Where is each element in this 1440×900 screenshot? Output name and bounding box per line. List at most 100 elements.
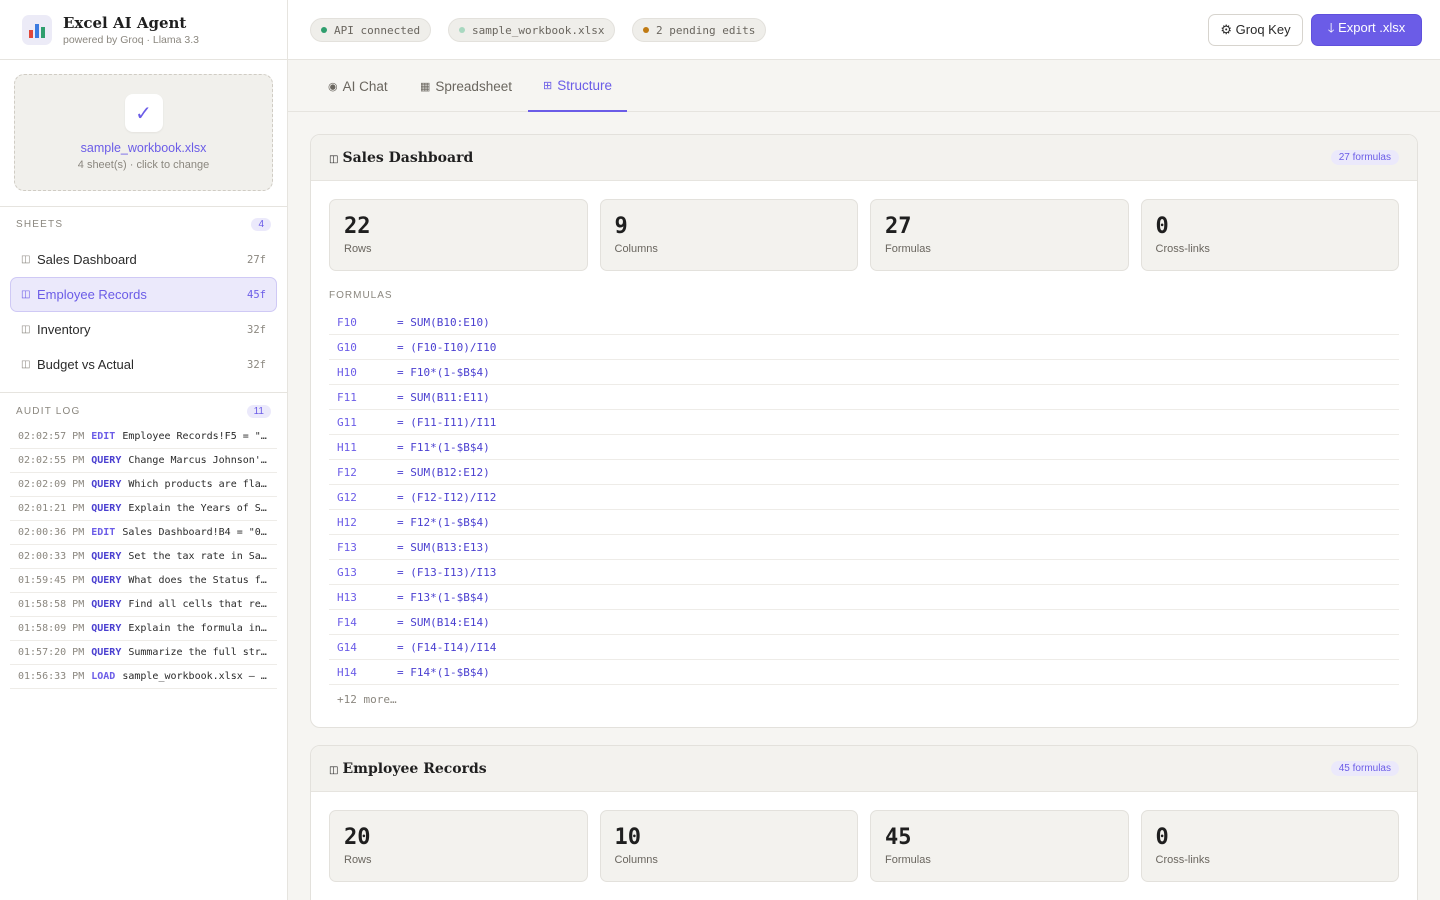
formula-row: H11 = F11*(1-$B$4) — [329, 435, 1399, 460]
tab-structure[interactable]: ⊞ Structure — [528, 60, 627, 112]
formulas-section-label: FORMULAS — [329, 290, 393, 301]
audit-message: Explain the Years of S… — [128, 503, 267, 514]
audit-type: QUERY — [91, 599, 122, 610]
audit-log-row: 02:02:57 PM EDIT Employee Records!F5 = "… — [10, 425, 277, 449]
formula-expression: = F13*(1-$B$4) — [397, 590, 490, 604]
sheet-list: ◫ Sales Dashboard 27f ◫ Employee Records… — [10, 242, 277, 382]
formula-cell-ref: G13 — [337, 565, 357, 579]
sheet-name: Budget vs Actual — [37, 357, 134, 372]
audit-log-list: 02:02:57 PM EDIT Employee Records!F5 = "… … — [10, 425, 277, 689]
sheet-item-budget-vs-actual[interactable]: ◫ Budget vs Actual 32f — [10, 347, 277, 382]
groq-key-button[interactable]: ⚙ Groq Key — [1208, 14, 1303, 46]
stat-value: 20 — [344, 825, 371, 850]
formula-cell-ref: H13 — [337, 590, 357, 604]
audit-message: Which products are fla… — [128, 479, 267, 490]
stat-columns: 10 Columns — [599, 810, 858, 882]
formula-row: G10 = (F10-I10)/I10 — [329, 335, 1399, 360]
audit-time: 02:00:36 PM — [18, 527, 85, 538]
stat-value: 0 — [1155, 825, 1169, 850]
file-upload-dropzone[interactable]: ✓ sample_workbook.xlsx 4 sheet(s) · clic… — [14, 74, 273, 191]
formula-expression: = (F10-I10)/I10 — [397, 340, 497, 354]
audit-type: EDIT — [91, 527, 116, 538]
audit-type: LOAD — [91, 671, 116, 682]
sheet-item-sales-dashboard[interactable]: ◫ Sales Dashboard 27f — [10, 242, 277, 277]
audit-time: 01:58:58 PM — [18, 599, 85, 610]
stat-label: Rows — [344, 854, 372, 866]
api-status-chip: API connected — [310, 18, 432, 42]
tab-label: Spreadsheet — [435, 78, 512, 94]
upload-hint: 4 sheet(s) · click to change — [77, 159, 210, 171]
tab-ai-chat[interactable]: ◉ AI Chat — [328, 60, 388, 112]
audit-log-row: 02:02:55 PM QUERY Change Marcus Johnson'… — [10, 449, 277, 473]
sheet-icon: ◫ — [21, 359, 31, 370]
export-xlsx-button[interactable]: 🡓 Export .xlsx — [1311, 14, 1422, 46]
status-dot-icon — [321, 27, 327, 33]
formula-expression: = (F13-I13)/I13 — [397, 565, 497, 579]
audit-log-row: 01:56:33 PM LOAD sample_workbook.xlsx — … — [10, 665, 277, 689]
formula-count-badge: 27 formulas — [1330, 150, 1399, 165]
structure-icon: ⊞ — [543, 79, 553, 92]
sheet-formula-count: 32f — [247, 323, 266, 336]
formula-row: H13 = F13*(1-$B$4) — [329, 585, 1399, 610]
tab-label: AI Chat — [342, 78, 388, 94]
sheets-section-title: SHEETS — [16, 219, 64, 230]
audit-type: QUERY — [91, 575, 122, 586]
sheet-icon: ◫ — [329, 153, 339, 165]
audit-count-badge: 11 — [246, 405, 271, 418]
formula-expression: = F14*(1-$B$4) — [397, 665, 490, 679]
stat-value: 10 — [614, 825, 642, 850]
stats-row: 20 Rows 10 Columns 45 Formulas 0 Cross-links — [311, 792, 1417, 882]
structure-panel: ◫ Sales Dashboard 27 formulas 22 Rows 9 Col… — [288, 112, 1440, 900]
sheet-item-inventory[interactable]: ◫ Inventory 32f — [10, 312, 277, 347]
formula-row: G14 = (F14-I14)/I14 — [329, 635, 1399, 660]
api-status-text: API connected — [334, 23, 421, 37]
audit-log-row: 01:57:20 PM QUERY Summarize the full str… — [10, 641, 277, 665]
tab-spreadsheet[interactable]: ▦ Spreadsheet — [420, 60, 512, 112]
formula-list: F10 = SUM(B10:E10) G10 = (F10-I10)/I10 H10… — [311, 310, 1417, 685]
formula-cell-ref: H10 — [337, 365, 357, 379]
audit-type: QUERY — [91, 647, 122, 658]
audit-time: 02:00:33 PM — [18, 551, 85, 562]
audit-section-title: AUDIT LOG — [16, 406, 81, 417]
sheet-item-employee-records[interactable]: ◫ Employee Records 45f — [10, 277, 277, 312]
audit-type: QUERY — [91, 623, 122, 634]
sheet-card-sales-dashboard: ◫ Sales Dashboard 27 formulas 22 Rows 9 Col… — [310, 134, 1418, 728]
app-subtitle: powered by Groq · Llama 3.3 — [63, 33, 199, 46]
uploaded-filename: sample_workbook.xlsx — [80, 141, 207, 155]
formula-cell-ref: G10 — [337, 340, 357, 354]
formula-expression: = SUM(B13:E13) — [397, 540, 490, 554]
formula-cell-ref: F11 — [337, 390, 357, 404]
app-title: Excel AI Agent — [63, 13, 187, 32]
formula-row: F10 = SUM(B10:E10) — [329, 310, 1399, 335]
chart-logo-icon — [22, 14, 52, 45]
sheets-count-badge: 4 — [251, 218, 271, 231]
stat-value: 9 — [614, 214, 628, 239]
formula-row: F12 = SUM(B12:E12) — [329, 460, 1399, 485]
audit-message: Change Marcus Johnson'… — [128, 455, 267, 466]
stat-cross-links: 0 Cross-links — [1140, 199, 1399, 271]
stat-rows: 20 Rows — [329, 810, 588, 882]
formula-row: H12 = F12*(1-$B$4) — [329, 510, 1399, 535]
formula-cell-ref: F10 — [337, 315, 357, 329]
audit-type: QUERY — [91, 479, 122, 490]
spreadsheet-icon: ▦ — [420, 80, 431, 93]
view-tabs: ◉ AI Chat ▦ Spreadsheet ⊞ Structure — [288, 60, 1440, 112]
sheet-formula-count: 27f — [247, 253, 266, 266]
formula-expression: = (F12-I12)/I12 — [397, 490, 497, 504]
audit-time: 01:56:33 PM — [18, 671, 85, 682]
formula-expression: = SUM(B12:E12) — [397, 465, 490, 479]
sheet-name: Employee Records — [37, 287, 147, 302]
check-icon: ✓ — [124, 94, 163, 132]
stat-label: Cross-links — [1155, 854, 1210, 866]
sheet-name: Inventory — [37, 322, 91, 337]
stat-label: Columns — [614, 854, 658, 866]
stat-label: Cross-links — [1155, 243, 1210, 255]
formula-expression: = SUM(B14:E14) — [397, 615, 490, 629]
audit-log-row: 01:59:45 PM QUERY What does the Status f… — [10, 569, 277, 593]
stat-label: Formulas — [885, 854, 931, 866]
formula-cell-ref: F13 — [337, 540, 357, 554]
audit-time: 02:02:09 PM — [18, 479, 85, 490]
audit-message: Explain the formula in… — [128, 623, 267, 634]
audit-message: Find all cells that re… — [128, 599, 267, 610]
audit-time: 01:58:09 PM — [18, 623, 85, 634]
